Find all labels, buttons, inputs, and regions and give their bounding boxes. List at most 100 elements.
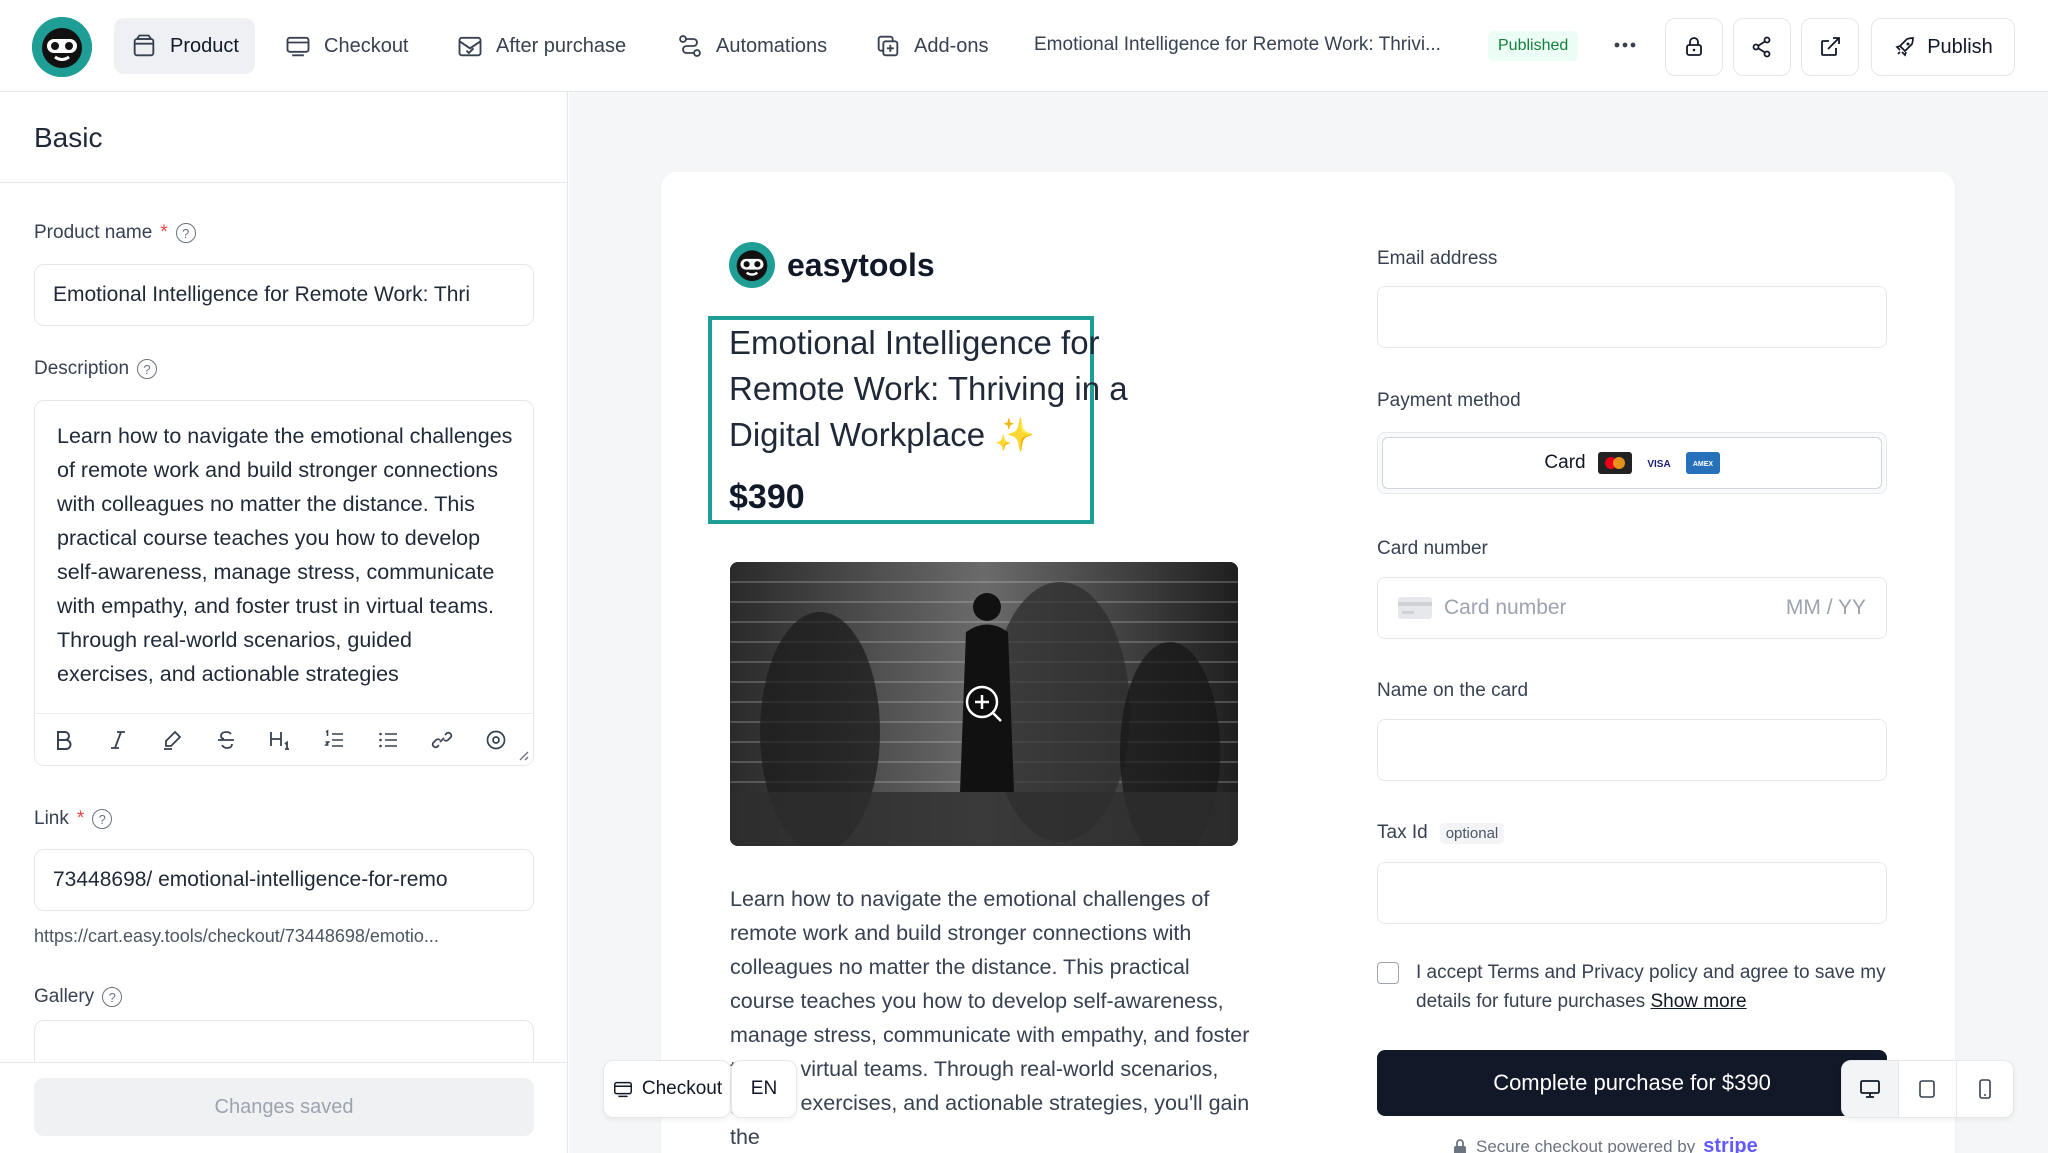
product-name-label: Product name * ? xyxy=(34,222,196,244)
optional-tag: optional xyxy=(1439,822,1505,844)
workflow-icon xyxy=(679,35,701,57)
gallery-label: Gallery ? xyxy=(34,986,123,1008)
card-option[interactable]: Card VISA AMEX xyxy=(1382,437,1882,489)
tablet-view-button[interactable] xyxy=(1899,1061,1957,1117)
rocket-icon xyxy=(1895,37,1915,57)
terms-checkbox[interactable] xyxy=(1377,962,1399,984)
heading-icon xyxy=(270,731,289,750)
mobile-view-button[interactable] xyxy=(1957,1061,2013,1117)
external-link-icon xyxy=(1821,37,1840,56)
lock-icon xyxy=(1454,1138,1466,1153)
tab-checkout[interactable]: Checkout xyxy=(268,18,425,74)
help-icon[interactable]: ? xyxy=(137,359,158,379)
panda-logo-icon xyxy=(32,17,92,77)
email-field[interactable] xyxy=(1377,286,1887,348)
more-menu-button[interactable] xyxy=(1610,30,1640,60)
checkout-url[interactable]: https://cart.easy.tools/checkout/7344869… xyxy=(34,926,534,947)
payment-method-selector[interactable]: Card VISA AMEX xyxy=(1377,432,1887,494)
product-name-input[interactable]: Emotional Intelligence for Remote Work: … xyxy=(34,264,534,326)
payment-method-label: Payment method xyxy=(1377,390,1521,412)
highlight-button[interactable] xyxy=(155,723,189,757)
label-text: Payment method xyxy=(1377,390,1521,411)
product-description: Learn how to navigate the emotional chal… xyxy=(730,887,1250,1149)
name-on-card-field[interactable] xyxy=(1377,719,1887,781)
card-number-field[interactable]: Card number MM / YY xyxy=(1377,577,1887,639)
checkout-preview: easytools Emotional Intelligence for Rem… xyxy=(569,92,2048,1153)
product-price[interactable]: $390 xyxy=(729,478,805,517)
mobile-icon xyxy=(1979,1079,1991,1099)
amex-text: AMEX xyxy=(1692,461,1713,468)
help-icon[interactable]: ? xyxy=(92,809,113,829)
strikethrough-icon xyxy=(218,730,234,749)
add-on-icon xyxy=(877,35,899,57)
label-text: Gallery xyxy=(34,986,95,1007)
secure-checkout-note: Secure checkout powered by stripe xyxy=(1452,1135,1758,1153)
product-image[interactable] xyxy=(730,562,1238,846)
share-button[interactable] xyxy=(1733,18,1791,76)
tab-label: Product xyxy=(170,34,239,57)
desktop-view-button[interactable] xyxy=(1842,1061,1900,1117)
ordered-list-icon xyxy=(324,729,343,747)
tab-after-purchase[interactable]: After purchase xyxy=(440,18,642,74)
tab-label: Checkout xyxy=(324,34,409,57)
mail-check-icon xyxy=(458,36,482,57)
bullet-list-button[interactable] xyxy=(371,723,405,757)
complete-purchase-button[interactable]: Complete purchase for $390 xyxy=(1377,1050,1887,1116)
emoji-button[interactable] xyxy=(479,723,513,757)
zoom-in-icon[interactable] xyxy=(962,682,1006,726)
link-slug-input[interactable]: 73448698/ emotional-intelligence-for-rem… xyxy=(34,849,534,911)
link-label: Link * ? xyxy=(34,808,113,830)
expiry-placeholder[interactable]: MM / YY xyxy=(1786,596,1866,620)
tab-label: Automations xyxy=(716,34,828,57)
strikethrough-button[interactable] xyxy=(209,723,243,757)
bold-icon xyxy=(57,730,72,750)
app-logo[interactable] xyxy=(32,17,92,77)
checkout-icon xyxy=(613,1081,632,1098)
ordered-list-button[interactable] xyxy=(317,723,351,757)
open-external-button[interactable] xyxy=(1801,18,1859,76)
publish-label: Publish xyxy=(1927,35,1993,58)
product-title[interactable]: Emotional Intelligence for Remote Work: … xyxy=(729,320,1149,458)
settings-panel: Basic Product name * ? Emotional Intelli… xyxy=(0,92,568,1153)
bold-button[interactable] xyxy=(47,723,81,757)
mastercard-icon xyxy=(1597,452,1632,474)
description-editor[interactable]: Learn how to navigate the emotional chal… xyxy=(34,400,534,766)
secure-text: Secure checkout powered by xyxy=(1476,1136,1696,1153)
description-text[interactable]: Learn how to navigate the emotional chal… xyxy=(57,419,513,719)
help-icon[interactable]: ? xyxy=(102,987,123,1007)
sparkles-icon: ✨ xyxy=(994,416,1036,453)
section-title: Basic xyxy=(34,122,103,153)
top-navigation: Product Checkout After purchase Automati… xyxy=(0,0,2048,92)
brand-name: easytools xyxy=(787,246,935,283)
italic-button[interactable] xyxy=(101,723,135,757)
link-button[interactable] xyxy=(425,723,459,757)
label-text: Name on the card xyxy=(1377,680,1529,701)
resize-handle-icon[interactable] xyxy=(515,747,529,761)
changes-saved-button: Changes saved xyxy=(34,1078,534,1136)
tab-product[interactable]: Product xyxy=(114,18,255,74)
tab-add-ons[interactable]: Add-ons xyxy=(858,18,1005,74)
tax-id-label: Tax Id optional xyxy=(1377,822,1505,844)
language-switch[interactable]: EN xyxy=(731,1060,797,1118)
lock-button[interactable] xyxy=(1665,18,1723,76)
publish-button[interactable]: Publish xyxy=(1871,18,2015,76)
label-text: Tax Id xyxy=(1377,822,1428,843)
section-divider xyxy=(0,182,567,183)
italic-icon xyxy=(111,730,125,749)
help-icon[interactable]: ? xyxy=(175,223,196,243)
device-switcher xyxy=(1841,1060,2014,1118)
package-icon xyxy=(133,34,155,57)
panda-logo-icon xyxy=(729,242,775,288)
label-text: Card number xyxy=(1377,538,1488,559)
tab-automations[interactable]: Automations xyxy=(660,18,843,74)
breadcrumb-product-title[interactable]: Emotional Intelligence for Remote Work: … xyxy=(1034,34,1441,56)
terms-text: I accept Terms and Privacy policy and ag… xyxy=(1416,958,1886,1016)
heading-button[interactable] xyxy=(263,723,297,757)
status-badge: Published xyxy=(1488,31,1579,61)
tablet-icon xyxy=(1919,1080,1936,1098)
email-label: Email address xyxy=(1377,248,1497,270)
preview-page-switch[interactable]: Checkout xyxy=(603,1060,731,1118)
card-option-label: Card xyxy=(1544,452,1586,473)
tax-id-field[interactable] xyxy=(1377,862,1887,924)
show-more-link[interactable]: Show more xyxy=(1650,991,1746,1012)
